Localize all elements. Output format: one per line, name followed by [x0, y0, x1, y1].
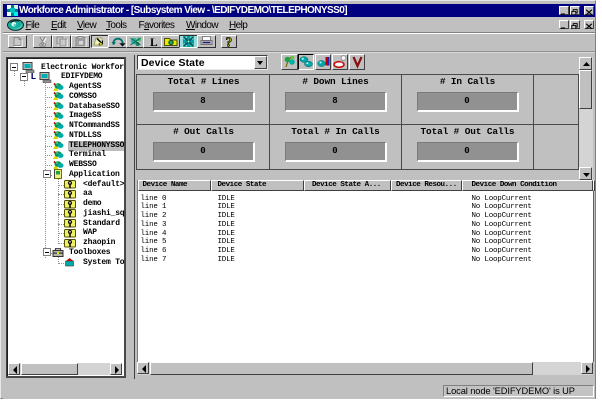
svg-text:?: ?	[226, 36, 233, 47]
svg-text:L: L	[150, 37, 158, 47]
